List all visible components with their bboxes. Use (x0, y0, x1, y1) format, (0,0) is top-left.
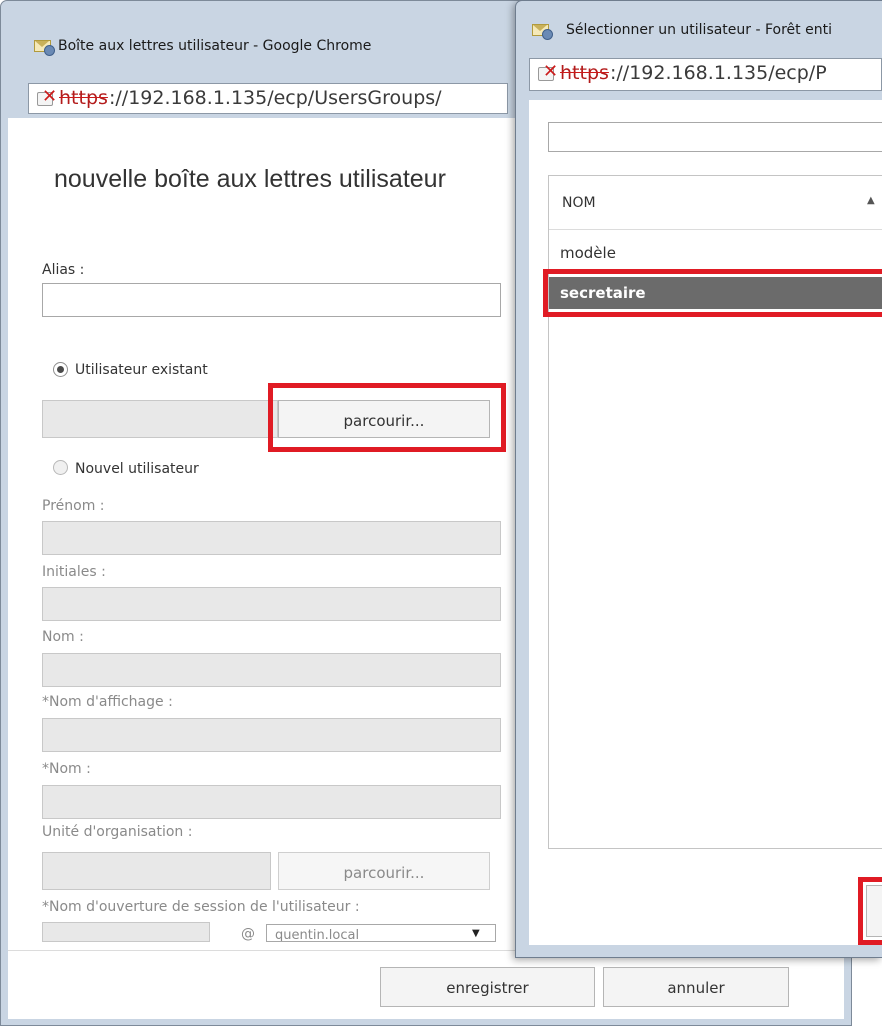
cancel-button[interactable]: annuler (603, 967, 789, 1007)
domain-select[interactable]: quentin.local ▼ (266, 924, 496, 942)
first-name-field (42, 521, 501, 555)
new-user-radio[interactable] (53, 460, 68, 475)
column-header-label: NOM (562, 195, 596, 211)
initials-label: Initiales : (42, 564, 106, 580)
sort-ascending-icon: ▲ (867, 195, 875, 206)
last-name-label: Nom : (42, 629, 84, 645)
selected-user-highlight-box (543, 269, 882, 317)
existing-user-label: Utilisateur existant (75, 362, 208, 378)
first-name-label: Prénom : (42, 498, 105, 514)
column-header-name[interactable]: NOM ▲ (549, 176, 882, 230)
dialog-address-bar[interactable]: ✕ https ://192.168.1.135/ecp/P (529, 58, 882, 91)
browse-highlight-box (268, 383, 506, 452)
existing-user-field (42, 400, 278, 438)
org-unit-label: Unité d'organisation : (42, 824, 193, 840)
chevron-down-icon: ▼ (472, 928, 480, 939)
logon-name-field (42, 922, 210, 942)
name-field (42, 785, 501, 819)
existing-user-radio[interactable] (53, 362, 68, 377)
url-scheme: https (560, 62, 609, 84)
url-scheme: https (59, 87, 108, 109)
dialog-window-title: Sélectionner un utilisateur - Forêt enti (566, 22, 832, 38)
new-user-label: Nouvel utilisateur (75, 461, 199, 477)
at-sign: @ (241, 926, 255, 942)
alias-input[interactable] (42, 283, 501, 317)
initials-field (42, 587, 501, 621)
logon-name-label: *Nom d'ouverture de session de l'utilisa… (42, 899, 360, 915)
list-item[interactable]: modèle (549, 238, 882, 268)
alias-label: Alias : (42, 262, 85, 278)
mailbox-icon (34, 38, 56, 56)
error-x-icon: ✕ (42, 86, 58, 107)
last-name-field (42, 653, 501, 687)
url-path: ://192.168.1.135/ecp/P (610, 62, 827, 84)
user-search-input[interactable] (548, 122, 882, 152)
main-window-title: Boîte aux lettres utilisateur - Google C… (58, 38, 372, 54)
list-item-name: modèle (560, 244, 616, 262)
main-address-bar[interactable]: ✕ https ://192.168.1.135/ecp/UsersGroups… (28, 83, 508, 114)
mailbox-icon (532, 22, 554, 40)
display-name-label: *Nom d'affichage : (42, 694, 173, 710)
page-title: nouvelle boîte aux lettres utilisateur (54, 165, 446, 193)
domain-value: quentin.local (275, 928, 360, 942)
display-name-field (42, 718, 501, 752)
org-unit-field (42, 852, 271, 890)
error-x-icon: ✕ (543, 61, 559, 82)
url-path: ://192.168.1.135/ecp/UsersGroups/ (109, 87, 442, 109)
save-button[interactable]: enregistrer (380, 967, 595, 1007)
browse-org-unit-button[interactable]: parcourir... (278, 852, 490, 890)
name-label: *Nom : (42, 761, 91, 777)
ok-button[interactable] (866, 885, 882, 937)
